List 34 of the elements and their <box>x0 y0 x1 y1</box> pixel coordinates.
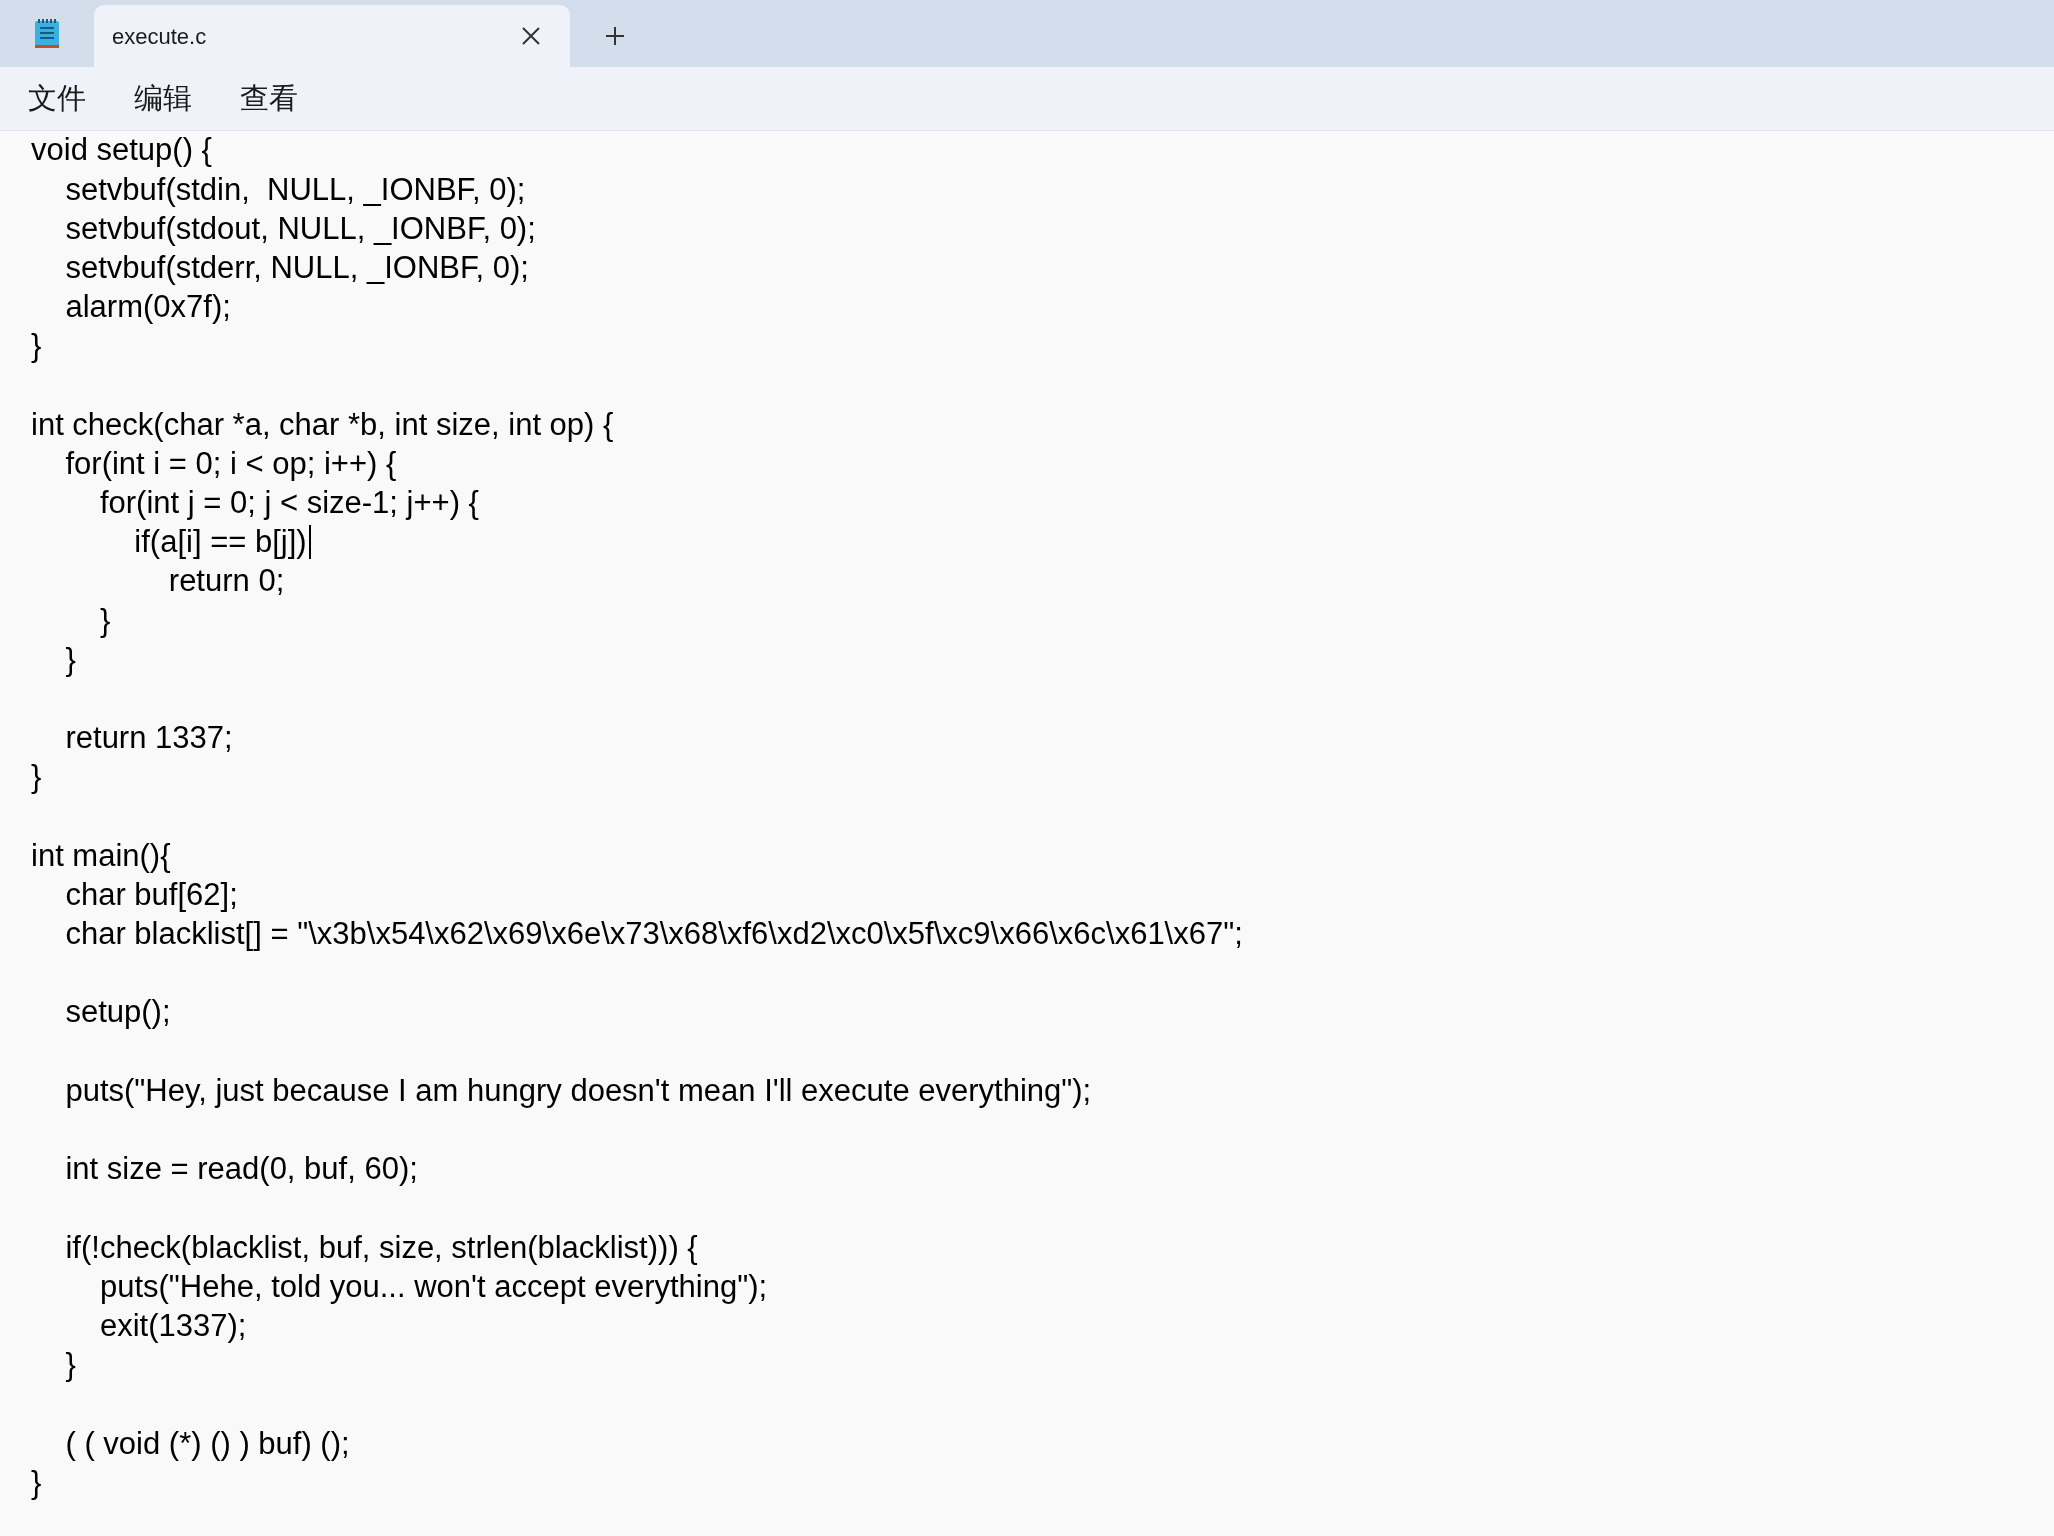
new-tab-icon[interactable] <box>605 26 625 46</box>
code-line: ( ( void (*) () ) buf) (); <box>64 1424 350 1463</box>
code-line: if(!check(blacklist, buf, size, strlen(blacklist))) { <box>64 1228 698 1267</box>
code-line: exit(1337); <box>98 1306 247 1345</box>
code-line: if(a[i] == b[j]) <box>133 523 307 562</box>
code-line: char blacklist[] = "\x3b\x54\x62\x69\x6e\x73\x68\xf6\xd2\xc0\x5f\xc9\x66\x6c\x61\x67"; <box>64 915 1243 954</box>
code-line: alarm(0x7f); <box>64 288 231 327</box>
code-line: setvbuf(stderr, NULL, _IONBF, 0); <box>64 248 529 287</box>
code-line: for(int i = 0; i < op; i++) { <box>64 444 397 483</box>
code-line: return 0; <box>167 562 285 601</box>
menu-item[interactable]: 文件 <box>10 70 104 127</box>
code-line: } <box>31 758 42 797</box>
code-line: int size = read(0, buf, 60); <box>64 1150 418 1189</box>
code-line: setvbuf(stdin, NULL, _IONBF, 0); <box>64 170 526 209</box>
code-line: puts("Hehe, told you... won't accept everything"); <box>98 1267 768 1306</box>
menu-item[interactable]: 查看 <box>222 70 316 127</box>
notepad-icon <box>34 17 60 50</box>
close-icon[interactable] <box>522 27 540 45</box>
code-line: setup(); <box>64 993 171 1032</box>
code-line: } <box>64 640 76 679</box>
code-line: } <box>98 601 111 640</box>
code-line: for(int j = 0; j < size-1; j++) { <box>98 484 479 523</box>
code-line: setvbuf(stdout, NULL, _IONBF, 0); <box>64 209 536 248</box>
code-line: int check(char *a, char *b, int size, int op) { <box>31 405 614 444</box>
file-tab[interactable]: execute.c <box>94 5 570 67</box>
code-line: int main(){ <box>31 836 171 875</box>
code-line: } <box>31 1463 42 1502</box>
code-line: } <box>64 1346 76 1385</box>
code-line: char buf[62]; <box>64 875 238 914</box>
code-line: void setup() { <box>31 131 212 170</box>
menu-item[interactable]: 编辑 <box>116 70 210 127</box>
code-line: puts("Hey, just because I am hungry doesn't mean I'll execute everything"); <box>64 1071 1092 1110</box>
code-line: return 1337; <box>64 719 233 758</box>
code-line: } <box>31 327 42 366</box>
